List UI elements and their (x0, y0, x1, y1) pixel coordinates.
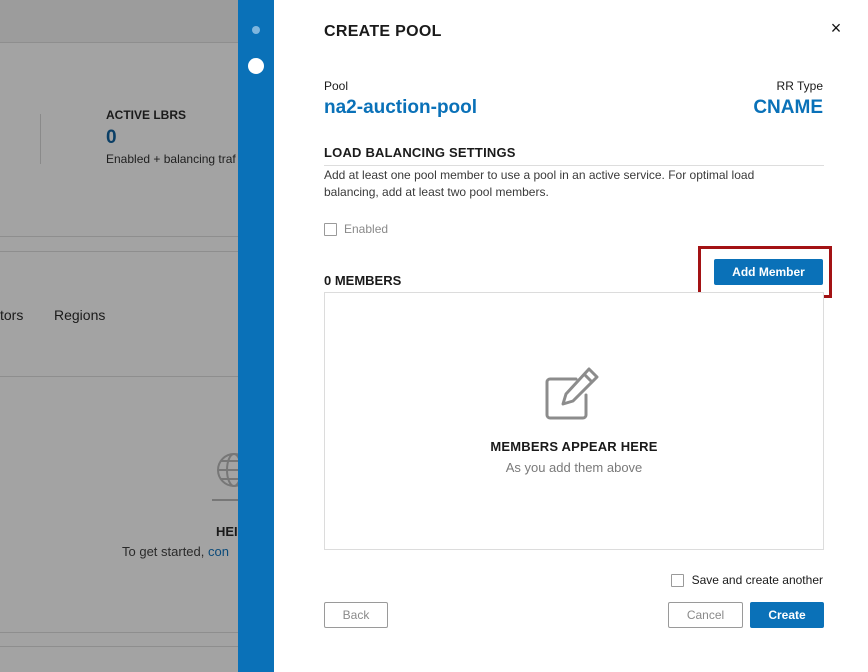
background-divider (0, 376, 238, 377)
background-header (0, 0, 238, 43)
background-empty-subtitle: To get started, con (122, 544, 229, 559)
rr-type-value: CNAME (753, 97, 823, 118)
background-divider (0, 251, 238, 252)
stepper-rail (238, 0, 274, 672)
close-icon[interactable]: × (827, 19, 845, 37)
background-tab-monitors: tors (0, 307, 24, 323)
background-divider (0, 632, 238, 633)
panel-title: CREATE POOL (324, 23, 442, 40)
save-and-create-another-label: Save and create another (691, 573, 823, 587)
background-empty-subtitle-text: To get started, (122, 544, 208, 559)
save-and-create-another-row[interactable]: Save and create another (670, 573, 823, 587)
background-vertical-divider (40, 114, 41, 164)
step-indicator-inactive (252, 26, 260, 34)
rr-type-label: RR Type (776, 79, 823, 93)
edit-icon (542, 365, 602, 430)
members-empty-subtitle: As you add them above (505, 460, 643, 475)
step-indicator-active (248, 58, 264, 74)
background-empty-title: HEI (216, 524, 238, 539)
enabled-label: Enabled (344, 222, 389, 236)
add-member-button[interactable]: Add Member (714, 259, 823, 285)
active-lbrs-subtitle: Enabled + balancing traf (106, 152, 236, 166)
enabled-checkbox[interactable] (324, 222, 337, 236)
pool-name: na2-auction-pool (324, 97, 478, 118)
background-empty-link: con (208, 544, 229, 559)
back-button[interactable]: Back (324, 602, 388, 628)
create-pool-panel: CREATE POOL × Pool na2-auction-pool RR T… (274, 0, 868, 672)
background-divider (0, 236, 238, 237)
load-balancing-heading: LOAD BALANCING SETTINGS (324, 145, 516, 160)
background-divider (0, 646, 238, 647)
enabled-checkbox-row[interactable]: Enabled (324, 222, 388, 236)
pool-label: Pool (324, 79, 349, 93)
save-and-create-another-checkbox[interactable] (670, 573, 684, 587)
active-lbrs-count: 0 (106, 127, 117, 148)
section-divider (324, 165, 824, 166)
background-tab-regions: Regions (54, 307, 106, 323)
members-heading: 0 MEMBERS (324, 273, 402, 288)
members-empty-title: MEMBERS APPEAR HERE (490, 439, 658, 454)
active-lbrs-title: ACTIVE LBRS (106, 108, 187, 122)
cancel-button[interactable]: Cancel (668, 602, 743, 628)
create-button[interactable]: Create (750, 602, 824, 628)
members-list-empty: MEMBERS APPEAR HERE As you add them abov… (324, 292, 824, 550)
load-balancing-description: Add at least one pool member to use a po… (324, 168, 755, 199)
